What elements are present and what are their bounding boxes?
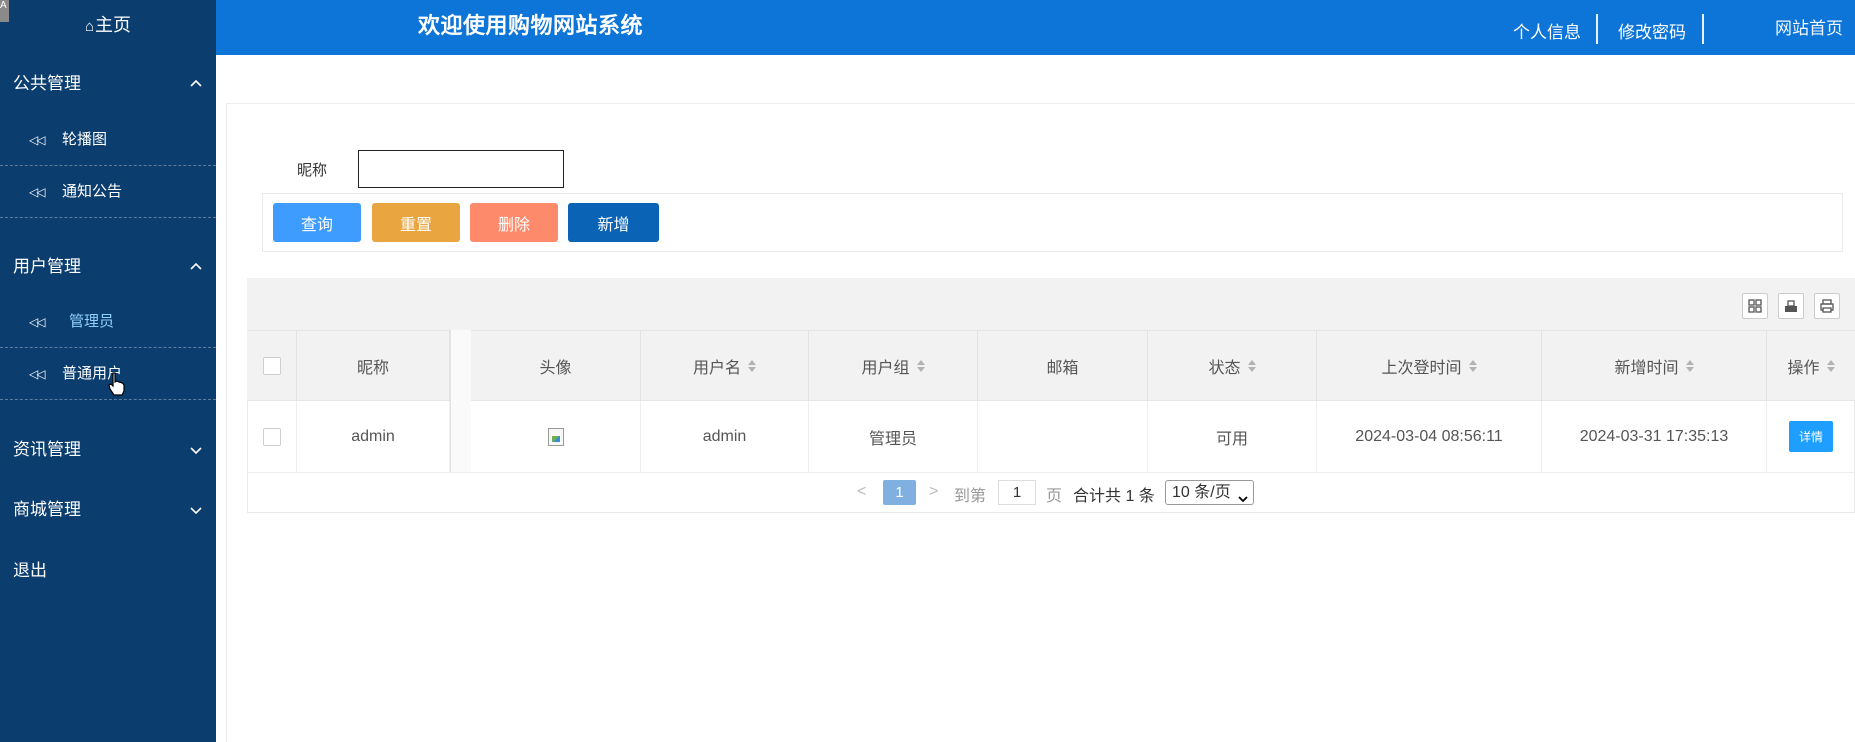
logout-label: 退出 (13, 561, 47, 580)
sidebar-group-public[interactable]: 公共管理 (13, 71, 203, 97)
current-page[interactable]: 1 (883, 480, 916, 505)
next-page-icon[interactable]: > (929, 483, 938, 501)
add-button[interactable]: 新增 (568, 203, 659, 242)
reset-button[interactable]: 重置 (372, 203, 460, 242)
prev-page-icon[interactable]: < (857, 483, 866, 501)
row-divider (247, 472, 1855, 473)
sidebar-group-label: 资讯管理 (13, 440, 81, 459)
col-user-group[interactable]: 用户组 (809, 330, 978, 401)
select-all-cell (247, 330, 297, 401)
column-label: 操作 (1787, 359, 1820, 377)
row-checkbox[interactable] (262, 427, 281, 446)
row-select-cell (247, 401, 297, 472)
chevron-down-icon (1238, 488, 1248, 511)
home-label: 主页 (95, 15, 132, 35)
home-icon: ⌂ (84, 18, 95, 35)
double-left-arrow-icon: ◁◁ (29, 185, 46, 199)
fixed-column-divider (450, 330, 471, 472)
sidebar-item-notice[interactable]: ◁◁ 通知公告 (0, 166, 216, 218)
column-label: 状态 (1208, 359, 1241, 377)
column-label: 用户组 (861, 359, 910, 377)
column-label: 新增时间 (1614, 359, 1679, 377)
page-size-select[interactable]: 10 条/页 (1165, 480, 1254, 505)
double-left-arrow-icon: ◁◁ (29, 133, 46, 147)
export-icon[interactable] (1778, 293, 1804, 319)
change-password-link[interactable]: 修改密码 (1618, 18, 1686, 43)
column-label: 邮箱 (1046, 359, 1079, 377)
cell-status: 可用 (1148, 401, 1317, 472)
sidebar-logout[interactable]: 退出 (13, 558, 203, 584)
chevron-down-icon (189, 443, 203, 457)
page-size-value: 10 条/页 (1172, 484, 1231, 501)
col-email: 邮箱 (978, 330, 1148, 401)
sidebar-item-label: 轮播图 (62, 131, 108, 148)
top-header: 欢迎使用购物网站系统 个人信息 修改密码 网站首页 (216, 0, 1855, 55)
sort-icon[interactable] (916, 359, 925, 372)
sort-icon[interactable] (748, 359, 756, 372)
query-button[interactable]: 查询 (273, 203, 361, 242)
sidebar-group-user[interactable]: 用户管理 (13, 254, 203, 280)
goto-label: 到第 (954, 488, 987, 505)
sidebar-group-news[interactable]: 资讯管理 (13, 437, 203, 463)
chevron-up-icon (189, 77, 203, 91)
sort-icon[interactable] (1826, 359, 1835, 372)
profile-link[interactable]: 个人信息 (1513, 18, 1581, 43)
sidebar-home-link[interactable]: ⌂主页 (0, 8, 216, 44)
column-label: 头像 (539, 359, 572, 377)
sidebar-item-carousel[interactable]: ◁◁ 轮播图 (0, 114, 216, 166)
sidebar-item-admin[interactable]: ◁◁ 管理员 (0, 296, 216, 348)
double-left-arrow-icon: ◁◁ (29, 367, 46, 381)
col-created[interactable]: 新增时间 (1542, 330, 1767, 401)
broken-image-icon (547, 427, 564, 446)
col-avatar: 头像 (471, 330, 641, 401)
site-title: 欢迎使用购物网站系统 (418, 13, 644, 38)
select-all-checkbox[interactable] (262, 356, 281, 375)
sort-icon[interactable] (1468, 359, 1477, 372)
table-toolbar (247, 278, 1855, 330)
cell-avatar (471, 401, 641, 472)
col-actions[interactable]: 操作 (1767, 330, 1855, 401)
chevron-up-icon (189, 260, 203, 274)
columns-filter-icon[interactable] (1742, 293, 1768, 319)
chevron-down-icon (189, 503, 203, 517)
sort-icon[interactable] (1247, 359, 1256, 372)
total-count: 合计共 1 条 (1073, 488, 1155, 505)
sidebar: A ⌂主页 公共管理 ◁◁ 轮播图 ◁◁ 通知公告 用户管理 ◁◁ 管理员 ◁◁… (0, 0, 216, 742)
header-divider (1596, 14, 1598, 44)
cell-last-login: 2024-03-04 08:56:11 (1317, 401, 1542, 472)
sidebar-item-label: 管理员 (69, 313, 115, 330)
detail-button[interactable]: 详情 (1788, 421, 1833, 452)
col-username[interactable]: 用户名 (641, 330, 809, 401)
sidebar-group-mall[interactable]: 商城管理 (13, 497, 203, 523)
cell-created: 2024-03-31 17:35:13 (1542, 401, 1767, 472)
cell-username: admin (641, 401, 809, 472)
website-home-link[interactable]: 网站首页 (1775, 14, 1843, 39)
sidebar-group-label: 商城管理 (13, 500, 81, 519)
cell-actions: 详情 (1767, 401, 1855, 472)
sidebar-group-label: 公共管理 (13, 74, 81, 93)
sidebar-group-label: 用户管理 (13, 257, 81, 276)
sort-icon[interactable] (1685, 359, 1694, 372)
column-label: 上次登时间 (1381, 359, 1462, 377)
nickname-label: 昵称 (297, 162, 328, 179)
print-icon[interactable] (1814, 293, 1840, 319)
page-unit-label: 页 (1046, 488, 1063, 505)
col-nickname: 昵称 (297, 330, 450, 401)
column-label: 昵称 (356, 359, 389, 377)
sidebar-item-label: 通知公告 (62, 183, 123, 200)
header-divider (1702, 14, 1704, 44)
cell-user-group: 管理员 (809, 401, 978, 472)
cell-email (978, 401, 1148, 472)
double-left-arrow-icon: ◁◁ (29, 315, 46, 329)
hand-cursor-icon (108, 372, 125, 396)
col-last-login[interactable]: 上次登时间 (1317, 330, 1542, 401)
delete-button[interactable]: 删除 (470, 203, 558, 242)
goto-page-input[interactable]: 1 (998, 480, 1036, 505)
col-status[interactable]: 状态 (1148, 330, 1317, 401)
column-label: 用户名 (692, 359, 741, 377)
cell-nickname: admin (297, 401, 450, 472)
nickname-search-input[interactable] (358, 150, 564, 188)
